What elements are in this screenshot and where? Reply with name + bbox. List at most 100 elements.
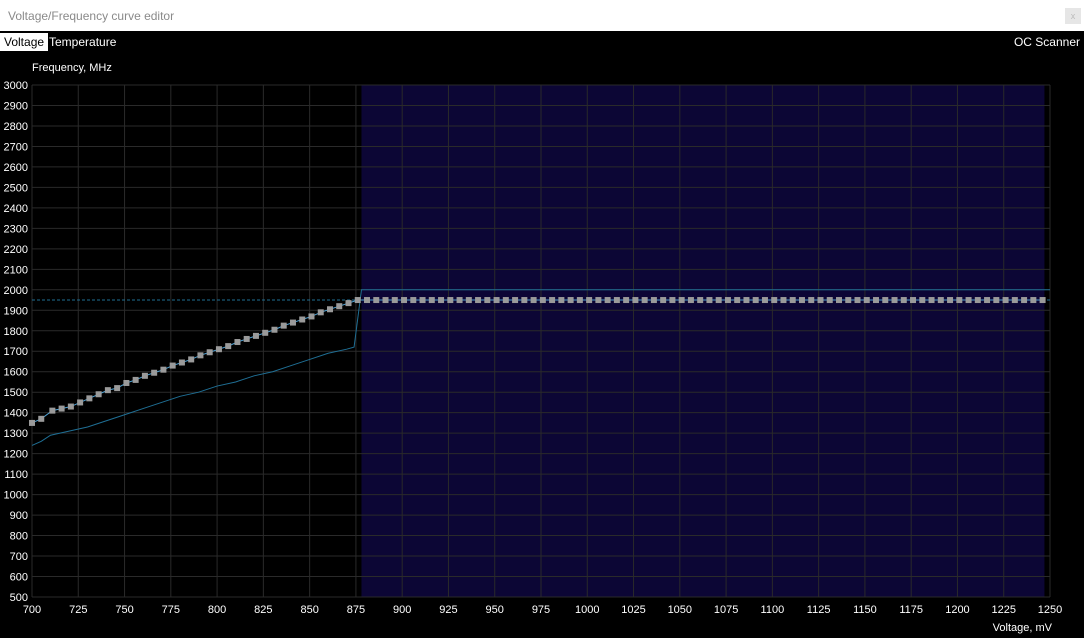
y-tick-label: 1000 [4,490,28,502]
curve-point [345,300,352,307]
curve-point [586,297,593,304]
curve-point [447,297,454,304]
curve-point [502,297,509,304]
curve-point [910,297,917,304]
y-tick-label: 1700 [4,346,28,358]
curve-point [530,297,537,304]
y-tick-label: 1100 [4,469,28,481]
curve-point [567,297,574,304]
title-bar: Voltage/Frequency curve editor x [0,0,1084,31]
curve-point [669,297,676,304]
x-axis-label: Voltage, mV [993,622,1053,634]
x-tick-label: 1200 [945,604,969,616]
curve-point [817,297,824,304]
curve-point [761,297,768,304]
curve-point [215,346,222,353]
tab-voltage[interactable]: Voltage [0,33,49,51]
curve-point [549,297,556,304]
curve-point [132,376,139,383]
curve-point [289,319,296,326]
curve-point [252,332,259,339]
curve-point [632,297,639,304]
curve-point [863,297,870,304]
curve-point [789,297,796,304]
curve-point [576,297,583,304]
curve-point [234,339,241,346]
tab-bar: Voltage Temperature OC Scanner [0,31,1084,53]
curve-point [771,297,778,304]
curve-point [197,352,204,359]
curve-point [891,297,898,304]
curve-point [928,297,935,304]
y-tick-label: 700 [10,551,28,563]
curve-point [752,297,759,304]
curve-point [178,359,185,366]
shaded-region [361,85,1045,597]
curve-point [706,297,713,304]
x-tick-label: 850 [300,604,318,616]
y-tick-label: 900 [10,510,28,522]
close-icon[interactable]: x [1065,8,1081,24]
x-tick-label: 775 [162,604,180,616]
curve-point [743,297,750,304]
vf-curve-chart[interactable]: Frequency, MHz Voltage, mV 700 725 750 775 8… [0,53,1084,638]
curve-point [280,322,287,329]
x-tick-label: 1000 [575,604,599,616]
curve-point [835,297,842,304]
curve-point [798,297,805,304]
y-tick-label: 2000 [4,285,28,297]
curve-point [67,403,74,410]
x-tick-label: 1225 [991,604,1015,616]
y-tick-label: 1600 [4,367,28,379]
curve-point [826,297,833,304]
y-tick-label: 1300 [4,428,28,440]
curve-point [104,387,111,394]
y-tick-label: 1400 [4,408,28,420]
curve-point [734,297,741,304]
curve-point [225,343,232,350]
curve-point [780,297,787,304]
curve-point [38,415,45,422]
curve-point [919,297,926,304]
x-tick-label: 1100 [761,604,785,616]
curve-point [521,297,528,304]
curve-point [1039,297,1046,304]
x-tick-label: 1050 [668,604,692,616]
curve-point [465,297,472,304]
curve-point [1030,297,1037,304]
window-title: Voltage/Frequency curve editor [8,9,175,23]
curve-point [151,369,158,376]
curve-point [484,297,491,304]
curve-point [419,297,426,304]
curve-point [438,297,445,304]
x-tick-label: 725 [69,604,87,616]
curve-point [77,399,84,406]
curve-point [410,297,417,304]
curve-point [373,297,380,304]
y-tick-label: 1500 [4,387,28,399]
y-tick-label: 2900 [4,100,28,112]
curve-point [29,419,35,426]
curve-point [1002,297,1009,304]
curve-point [984,297,991,304]
curve-point [114,385,121,392]
curve-point [937,297,944,304]
curve-point [808,297,815,304]
y-axis-label: Frequency, MHz [32,62,112,74]
curve-point [123,379,130,386]
y-tick-label: 2500 [4,182,28,194]
curve-point [660,297,667,304]
curve-point [317,309,324,316]
x-tick-label: 875 [347,604,365,616]
x-tick-label: 975 [532,604,550,616]
y-tick-label: 1800 [4,326,28,338]
tab-temperature[interactable]: Temperature [45,33,120,51]
x-tick-label: 1250 [1038,604,1062,616]
curve-point [391,297,398,304]
curve-point [1021,297,1028,304]
y-tick-label: 2300 [4,223,28,235]
curve-point [243,335,250,342]
oc-scanner-button[interactable]: OC Scanner [1014,33,1080,51]
x-tick-label: 1025 [621,604,645,616]
x-tick-label: 950 [486,604,504,616]
